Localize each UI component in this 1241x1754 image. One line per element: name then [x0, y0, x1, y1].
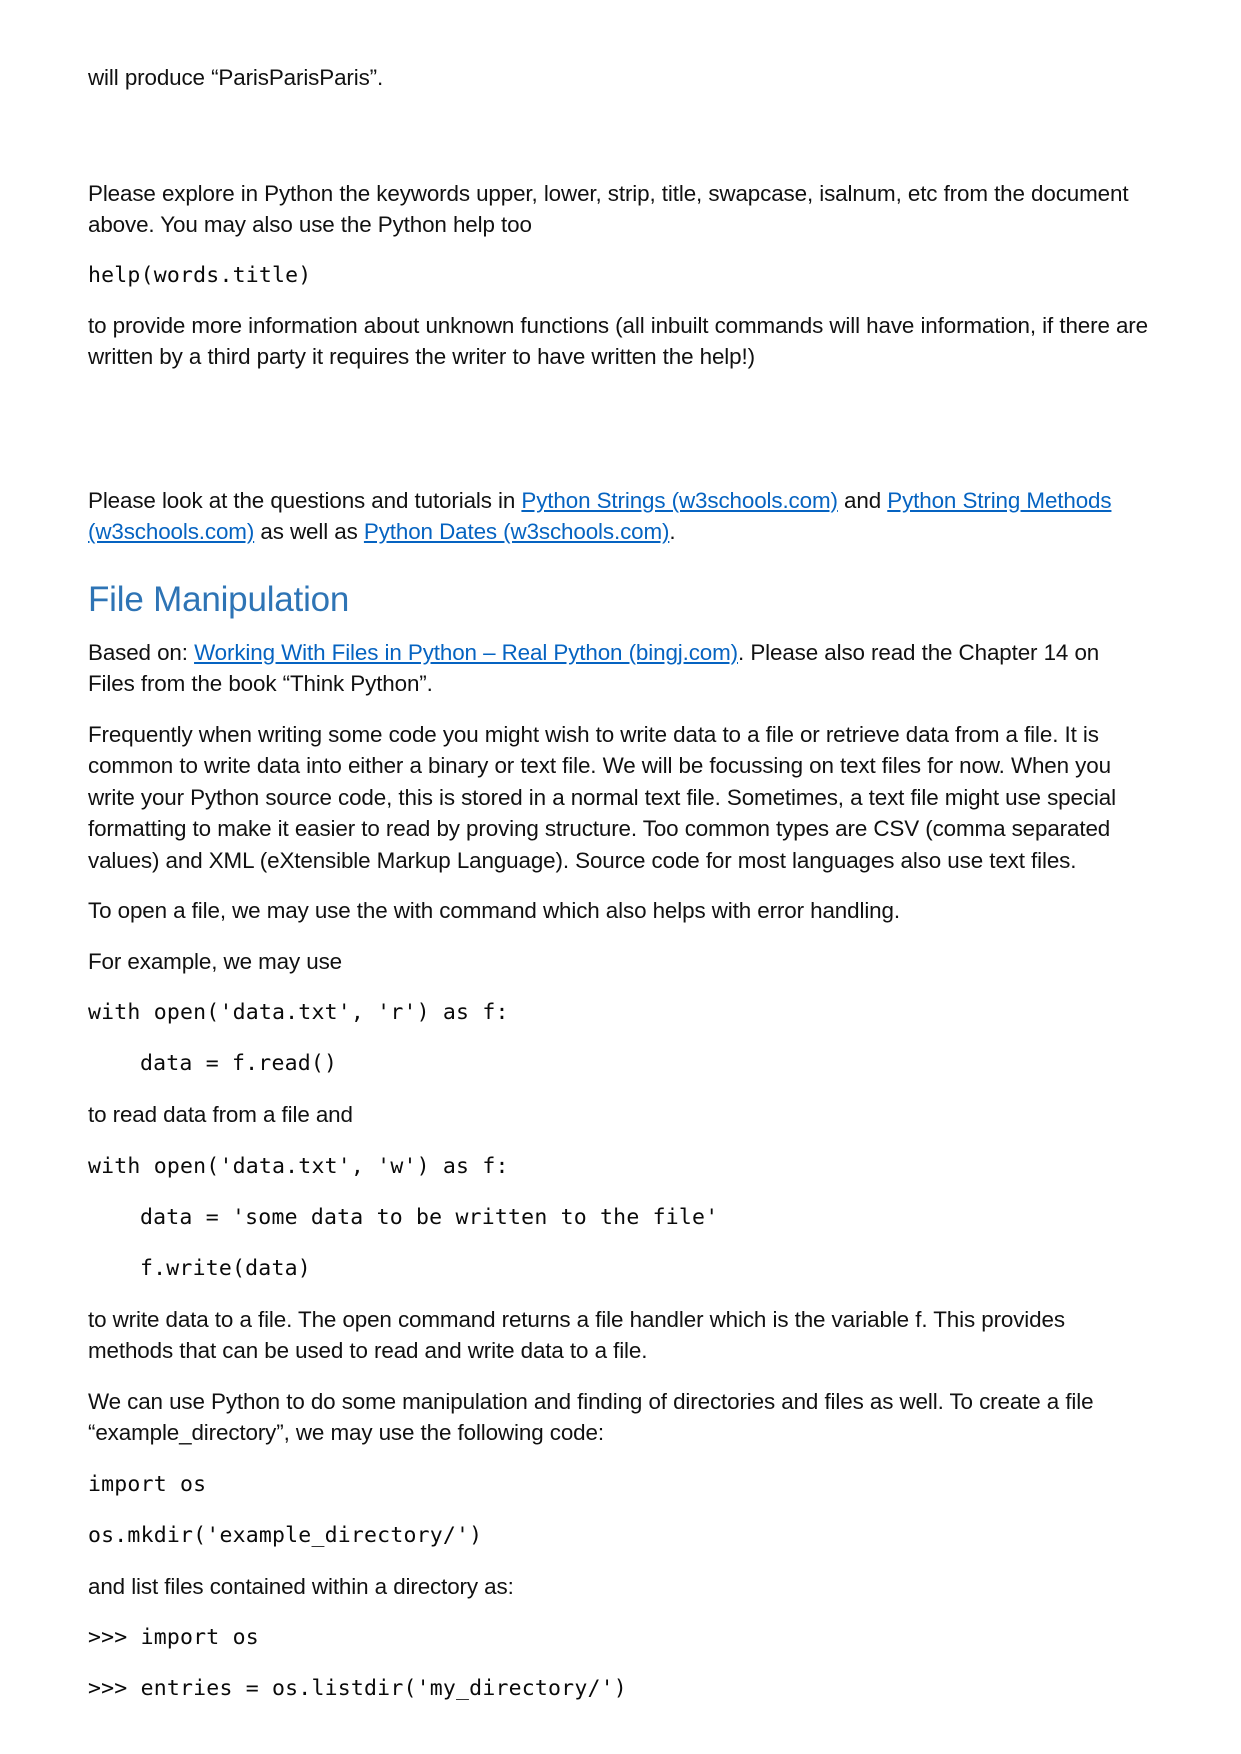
paragraph-for-example: For example, we may use: [88, 948, 342, 974]
look-prefix-text: Please look at the questions and tutoria…: [88, 487, 522, 513]
link-python-dates[interactable]: Python Dates (w3schools.com): [364, 519, 670, 544]
code-data-some-data: data = 'some data to be written to the f…: [140, 1204, 719, 1230]
paragraph-to-read-data: to read data from a file and: [88, 1102, 353, 1127]
heading-file-manipulation: File Manipulation: [88, 579, 350, 619]
paragraph-and-list-files: and list files contained within a direct…: [88, 1573, 514, 1599]
link-python-strings[interactable]: Python Strings (w3schools.com): [521, 488, 838, 513]
paragraph-will-produce: will produce “ParisParisParis”.: [88, 65, 384, 90]
code-repl-import-os: >>> import os: [88, 1625, 259, 1650]
paragraph-more-information: to provide more information about unknow…: [88, 312, 1148, 370]
code-data-f-read: data = f.read(): [140, 1051, 338, 1076]
document-body: will produce “ParisParisParis”. Please e…: [88, 62, 1148, 1704]
code-os-mkdir: os.mkdir('example_directory/'): [88, 1522, 483, 1548]
paragraph-look-at-questions: Please look at the questions and tutoria…: [88, 485, 1148, 548]
paragraph-explore-keywords: Please explore in Python the keywords up…: [88, 180, 1129, 238]
look-and-text: and: [837, 487, 888, 513]
code-repl-listdir: >>> entries = os.listdir('my_directory/'…: [88, 1676, 627, 1701]
document-page: will produce “ParisParisParis”. Please e…: [0, 0, 1241, 1754]
link-working-with-files[interactable]: Working With Files in Python – Real Pyth…: [194, 640, 738, 665]
based-on-prefix-text: Based on:: [88, 639, 195, 665]
code-import-os: import os: [88, 1471, 207, 1497]
paragraph-to-write-data: to write data to a file. The open comman…: [88, 1306, 1065, 1364]
paragraph-based-on: Based on: Working With Files in Python –…: [88, 637, 1148, 700]
code-help-words-title: help(words.title): [88, 262, 312, 288]
look-end-text: .: [669, 519, 676, 544]
paragraph-to-open-a-file: To open a file, we may use the with comm…: [88, 898, 900, 923]
code-with-open-write: with open('data.txt', 'w') as f:: [88, 1153, 509, 1179]
paragraph-frequently-writing: Frequently when writing some code you mi…: [88, 721, 1116, 873]
code-with-open-read: with open('data.txt', 'r') as f:: [88, 1000, 509, 1025]
paragraph-we-can-use-python: We can use Python to do some manipulatio…: [88, 1388, 1094, 1446]
code-f-write-data: f.write(data): [140, 1255, 311, 1281]
look-aswellas-text: as well as: [254, 519, 364, 544]
